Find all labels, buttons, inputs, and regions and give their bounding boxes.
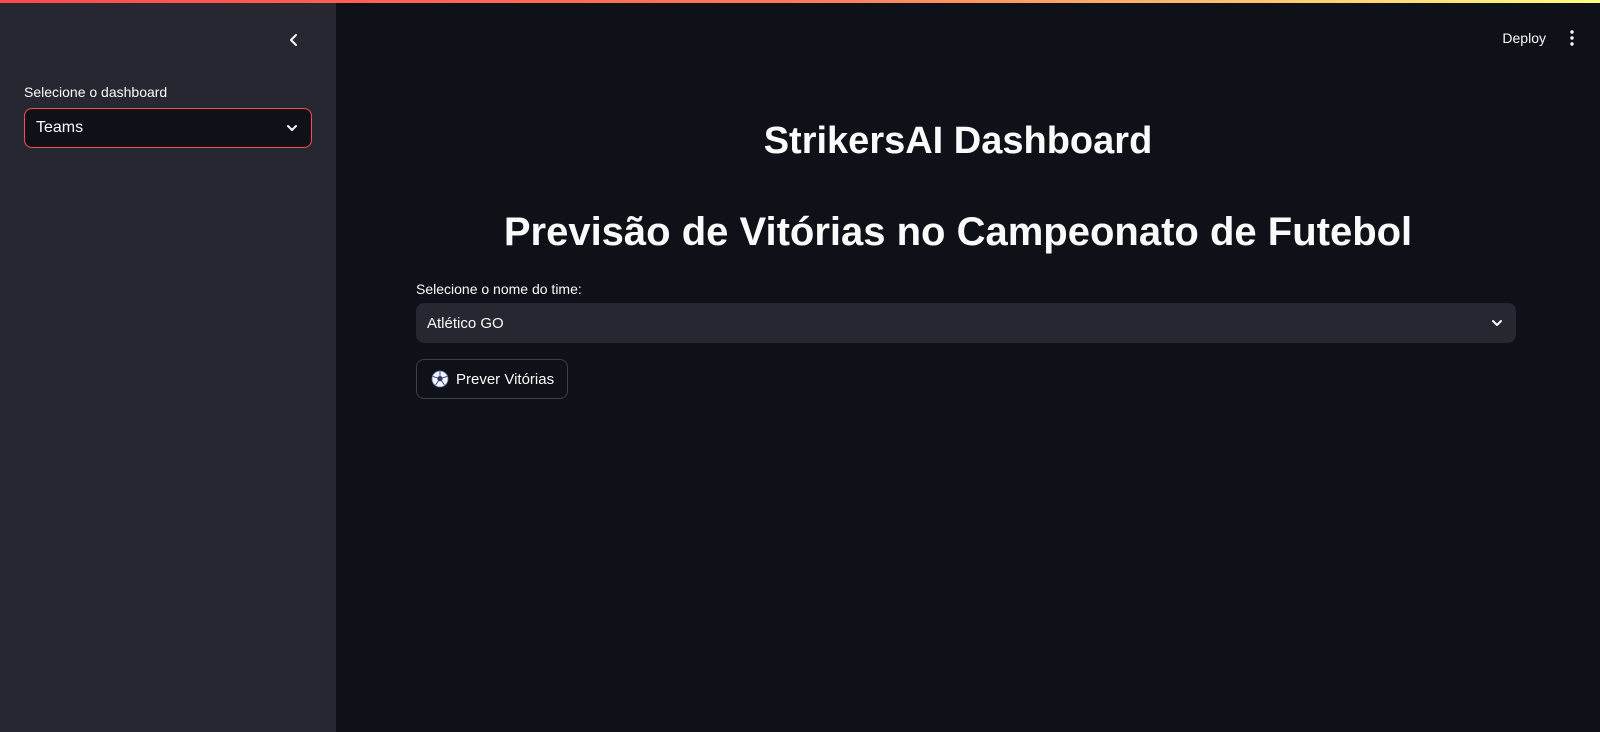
team-select-label: Selecione o nome do time: xyxy=(416,281,582,297)
predict-wins-button[interactable]: Prever Vitórias xyxy=(416,359,569,399)
header-actions: Deploy xyxy=(1502,26,1580,50)
deploy-button[interactable]: Deploy xyxy=(1502,30,1546,46)
sidebar: Selecione o dashboard Teams xyxy=(0,0,336,732)
top-decoration-bar xyxy=(0,0,1600,3)
main-content: Deploy StrikersAI Dashboard Previsão de … xyxy=(336,0,1600,732)
kebab-menu-icon xyxy=(1570,30,1574,46)
team-select[interactable]: Atlético GO xyxy=(416,303,1516,343)
chevron-down-icon xyxy=(287,125,297,131)
soccer-ball-icon xyxy=(431,370,449,388)
dashboard-select-label: Selecione o dashboard xyxy=(24,84,168,100)
main-menu-button[interactable] xyxy=(1564,28,1580,48)
chevron-left-icon xyxy=(290,34,297,46)
team-select-value: Atlético GO xyxy=(427,314,504,332)
dashboard-select[interactable]: Teams xyxy=(24,108,312,148)
page-title: StrikersAI Dashboard xyxy=(763,120,1153,162)
page-subtitle: Previsão de Vitórias no Campeonato de Fu… xyxy=(503,210,1413,254)
dashboard-select-value: Teams xyxy=(36,119,84,136)
chevron-down-icon xyxy=(1492,320,1502,326)
collapse-sidebar-button[interactable] xyxy=(280,26,308,54)
predict-wins-label: Prever Vitórias xyxy=(456,370,555,388)
